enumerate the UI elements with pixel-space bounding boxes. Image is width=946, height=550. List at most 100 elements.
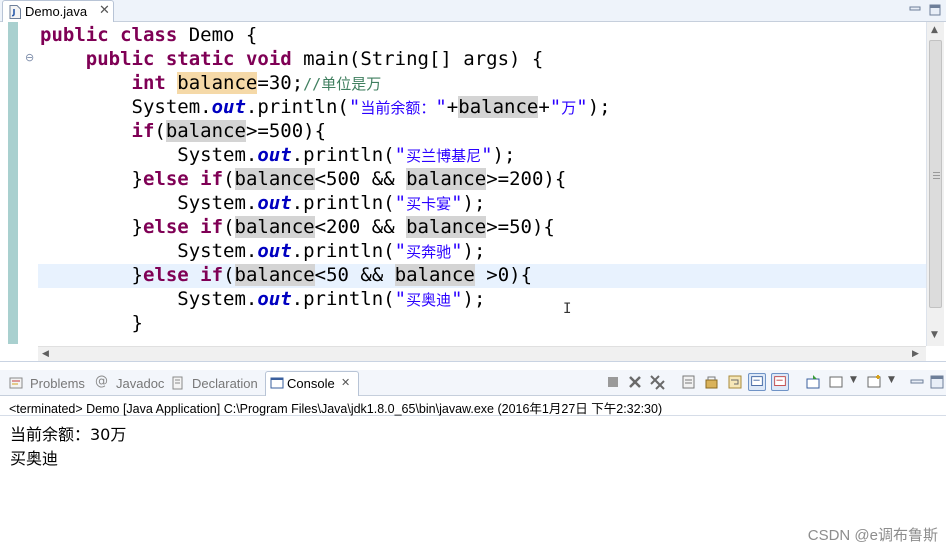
remove-all-terminated-icon[interactable] xyxy=(648,373,666,391)
maximize-icon[interactable] xyxy=(928,373,946,391)
string-quote: " xyxy=(576,96,588,118)
string-literal: 买兰博基尼 xyxy=(406,147,482,165)
keyword: int xyxy=(131,72,166,94)
static-field: out xyxy=(257,240,292,262)
code-line-4: System.out.println("当前余额："+balance+"万"); xyxy=(40,96,611,120)
tab-console[interactable]: Console ✕ xyxy=(265,371,359,396)
static-field: out xyxy=(257,288,292,310)
code-text: Demo { xyxy=(177,24,258,46)
comment: //单位是万 xyxy=(303,75,382,93)
vertical-scrollbar[interactable]: ▲ ▼ xyxy=(926,22,944,346)
pin-console-icon[interactable] xyxy=(804,373,822,391)
string-literal: 买奔驰 xyxy=(406,243,452,261)
string-quote: " xyxy=(451,288,463,310)
code-line-8: System.out.println("买卡宴"); xyxy=(40,192,485,216)
variable-occurrence-highlight: bala xyxy=(234,264,281,286)
remove-launch-icon[interactable] xyxy=(626,373,644,391)
code-text: .println( xyxy=(291,144,395,166)
string-quote: " xyxy=(451,192,463,214)
chevron-down-icon[interactable]: ▼ xyxy=(888,375,906,393)
code-text: .println( xyxy=(291,288,395,310)
keyword: if xyxy=(200,264,224,286)
code-text: + xyxy=(446,96,459,118)
terminate-icon[interactable] xyxy=(604,373,622,391)
scroll-up-arrow-icon[interactable]: ▲ xyxy=(931,25,938,35)
open-console-icon[interactable] xyxy=(866,373,884,391)
at-sign-icon: @ xyxy=(95,374,108,389)
editor-tab-bar: Demo.java ✕ xyxy=(0,0,946,22)
variable-occurrence-highlight: balance xyxy=(234,168,315,190)
scroll-right-arrow-icon[interactable]: ▶ xyxy=(912,349,919,359)
editor-tab-demo-java[interactable]: Demo.java ✕ xyxy=(2,0,114,22)
show-on-stdout-icon[interactable] xyxy=(748,373,766,391)
string-quote: " xyxy=(394,144,407,166)
code-text: >=200){ xyxy=(486,168,567,190)
string-literal: 买卡宴 xyxy=(406,195,452,213)
scrollbar-thumb[interactable] xyxy=(929,40,942,308)
code-line-3: int balance=30;//单位是万 xyxy=(40,72,381,96)
code-editor[interactable]: Demo.java ✕ ⊖ public class Demo { public… xyxy=(0,0,946,362)
variable-occurrence-highlight: balance xyxy=(406,216,487,238)
static-field: out xyxy=(257,144,292,166)
grip-line xyxy=(933,178,940,179)
editor-tab-label: Demo.java xyxy=(25,4,88,19)
word-wrap-icon[interactable] xyxy=(726,373,744,391)
scroll-down-arrow-icon[interactable]: ▼ xyxy=(931,330,938,340)
display-selected-console-icon[interactable] xyxy=(828,373,846,391)
code-text: =30; xyxy=(257,72,304,94)
code-text: ( xyxy=(223,264,235,286)
code-text: <200 && xyxy=(314,216,407,238)
close-icon[interactable]: ✕ xyxy=(99,3,110,18)
console-output[interactable]: 当前余额：30万 买奥迪 xyxy=(0,417,946,550)
fold-collapse-icon[interactable]: ⊖ xyxy=(25,51,34,64)
tab-problems[interactable]: Problems xyxy=(9,374,89,394)
watermark: CSDN @e调布鲁斯 xyxy=(807,527,938,544)
code-line-7: }else if(balance<500 && balance>=200){ xyxy=(40,168,566,192)
string-quote: " xyxy=(549,96,562,118)
horizontal-scrollbar[interactable]: ◀ ▶ xyxy=(38,346,926,361)
code-text: >0){ xyxy=(474,264,533,286)
close-icon[interactable]: ✕ xyxy=(341,376,350,389)
minimize-icon[interactable] xyxy=(908,373,926,391)
show-on-stderr-icon[interactable] xyxy=(771,373,789,391)
keyword: class xyxy=(120,24,178,46)
editor-gutter[interactable] xyxy=(0,22,38,346)
code-line-12: System.out.println("买奥迪"); xyxy=(40,288,485,312)
code-text: } xyxy=(40,312,143,334)
maximize-icon[interactable] xyxy=(928,3,942,17)
java-file-icon xyxy=(9,5,21,19)
code-text: ); xyxy=(492,144,516,166)
tab-label: Console xyxy=(287,376,335,391)
variable-occurrence-highlight: balance xyxy=(406,168,487,190)
string-quote: " xyxy=(394,192,407,214)
keyword: else xyxy=(142,216,189,238)
code-text: } xyxy=(40,264,143,286)
clear-console-icon[interactable] xyxy=(680,373,698,391)
code-text: ); xyxy=(462,192,486,214)
code-line-11: }else if(bala|nce<50 && balance >0){ xyxy=(40,264,532,288)
code-text: + xyxy=(538,96,550,118)
minimize-icon[interactable] xyxy=(908,3,922,17)
scroll-lock-icon[interactable] xyxy=(703,373,721,391)
tab-label: Problems xyxy=(30,376,85,391)
code-text: ); xyxy=(587,96,611,118)
keyword: if xyxy=(200,216,224,238)
tab-declaration[interactable]: Declaration xyxy=(171,374,261,394)
keyword: if xyxy=(131,120,155,142)
tab-javadoc[interactable]: @ Javadoc xyxy=(95,374,165,394)
grip-line xyxy=(933,175,940,176)
keyword: else xyxy=(142,168,189,190)
code-text: System. xyxy=(40,288,258,310)
code-text: >=500){ xyxy=(245,120,327,142)
code-area[interactable]: public class Demo { public static void m… xyxy=(38,22,926,346)
code-text: System. xyxy=(40,240,258,262)
string-quote: " xyxy=(348,96,361,118)
code-text: <50 && xyxy=(314,264,395,286)
scroll-left-arrow-icon[interactable]: ◀ xyxy=(42,349,49,359)
problems-icon xyxy=(9,377,23,389)
